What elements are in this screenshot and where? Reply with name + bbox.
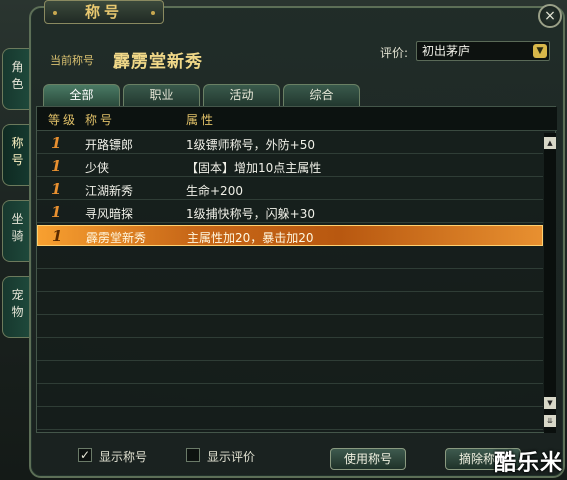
level-value: 1: [51, 157, 62, 175]
rating-label: 评价:: [380, 46, 409, 60]
level-value: 1: [51, 134, 62, 152]
title-list: 等级 称号 属性 1 开路镖郎 1级镖师称号，外防+50 1 少侠 【固本】增加…: [36, 106, 557, 433]
title-ornament-icon: [151, 11, 155, 15]
current-title-label: 当前称号: [50, 54, 94, 67]
level-value: 1: [51, 180, 62, 198]
empty-row: [37, 294, 543, 315]
side-tab-character[interactable]: 角色: [2, 48, 32, 110]
level-value: 1: [52, 227, 63, 245]
use-title-button[interactable]: 使用称号: [330, 448, 406, 470]
use-title-label: 使用称号: [343, 452, 392, 466]
scroll-bottom-button[interactable]: ⇊: [544, 415, 556, 427]
window-title: 称号: [44, 0, 164, 24]
title-ornament-icon: [53, 11, 57, 15]
table-row[interactable]: 1 少侠 【固本】增加10点主属性: [37, 156, 543, 177]
show-rating-checkbox[interactable]: [186, 448, 200, 462]
side-tab-mount[interactable]: 坐骑: [2, 200, 32, 262]
empty-row: [37, 340, 543, 361]
title-attribute: 【固本】增加10点主属性: [186, 161, 322, 175]
header-level: 等级: [48, 113, 79, 127]
header-attribute: 属性: [186, 113, 217, 127]
side-tab-pet[interactable]: 宠物: [2, 276, 32, 338]
title-name: 江湖新秀: [85, 184, 134, 198]
tab-general[interactable]: 综合: [283, 84, 360, 106]
scroll-up-button[interactable]: ▲: [544, 137, 556, 149]
arrow-down-icon: ▼: [547, 399, 553, 407]
scrollbar-track[interactable]: [544, 133, 556, 433]
rating-dropdown[interactable]: 初出茅庐 ▼: [416, 41, 550, 61]
empty-row: [37, 271, 543, 292]
title-name: 寻风暗探: [85, 207, 134, 221]
show-rating-label: 显示评价: [207, 450, 256, 464]
title-attribute: 1级捕快称号，闪躲+30: [186, 207, 315, 221]
side-tab-label: 坐骑: [11, 212, 24, 243]
side-tab-label: 称号: [11, 136, 24, 167]
show-title-checkbox[interactable]: ✓: [78, 448, 92, 462]
title-name: 霹雳堂新秀: [86, 231, 147, 245]
tab-all[interactable]: 全部: [43, 84, 120, 106]
close-button[interactable]: ×: [538, 4, 562, 28]
chevron-down-icon: ▼: [533, 44, 547, 58]
show-title-label: 显示称号: [99, 450, 148, 464]
level-value: 1: [51, 203, 62, 221]
current-title-value: 霹雳堂新秀: [113, 52, 203, 72]
title-name: 开路镖郎: [85, 138, 134, 152]
title-attribute: 主属性加20，暴击加20: [187, 231, 314, 245]
title-attribute: 1级镖师称号，外防+50: [186, 138, 315, 152]
header-name: 称号: [85, 113, 116, 127]
table-row[interactable]: 1 寻风暗探 1级捕快称号，闪躲+30: [37, 202, 543, 223]
tab-label: 全部: [69, 88, 94, 102]
rating-value: 初出茅庐: [422, 44, 471, 58]
empty-row: [37, 409, 543, 430]
side-tab-label: 角色: [11, 60, 24, 91]
scroll-down-button[interactable]: ▼: [544, 397, 556, 409]
window-title-text: 称号: [84, 3, 123, 21]
title-name: 少侠: [85, 161, 110, 175]
empty-row: [37, 248, 543, 269]
tab-label: 综合: [309, 88, 334, 102]
table-row[interactable]: 1 开路镖郎 1级镖师称号，外防+50: [37, 133, 543, 154]
table-row-selected[interactable]: 1 霹雳堂新秀 主属性加20，暴击加20: [37, 225, 543, 246]
table-header: 等级 称号 属性: [37, 107, 557, 131]
empty-row: [37, 386, 543, 407]
side-tab-label: 宠物: [11, 288, 24, 319]
title-attribute: 生命+200: [186, 184, 243, 198]
tab-event[interactable]: 活动: [203, 84, 280, 106]
side-tab-title[interactable]: 称号: [2, 124, 32, 186]
empty-row: [37, 317, 543, 338]
tab-profession[interactable]: 职业: [123, 84, 200, 106]
empty-row: [37, 363, 543, 384]
arrow-up-icon: ▲: [547, 139, 553, 147]
tab-label: 活动: [229, 88, 254, 102]
close-icon: ×: [544, 8, 556, 24]
table-row[interactable]: 1 江湖新秀 生命+200: [37, 179, 543, 200]
tab-label: 职业: [149, 88, 174, 102]
check-icon: ✓: [79, 448, 91, 462]
watermark: 酷乐米: [494, 451, 564, 476]
arrow-bottom-icon: ⇊: [547, 417, 553, 425]
